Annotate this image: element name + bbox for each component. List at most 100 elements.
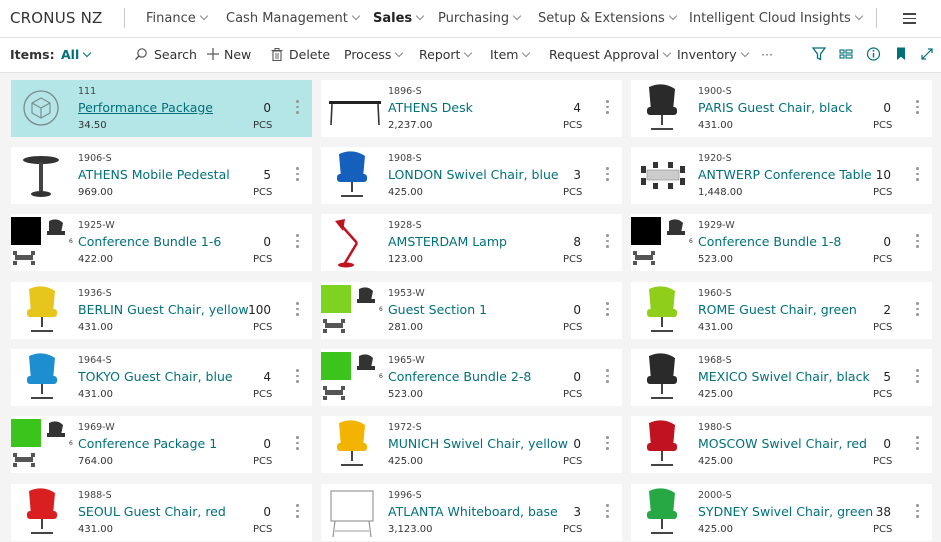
tile-more-options-icon[interactable] xyxy=(296,504,299,521)
item-description-link[interactable]: Conference Bundle 1-6 xyxy=(78,234,221,249)
item-number: 1908-S xyxy=(388,153,422,164)
nav-cash-management[interactable]: Cash Management xyxy=(226,11,361,26)
tile-more-options-icon[interactable] xyxy=(916,504,919,521)
tile-more-options-icon[interactable] xyxy=(606,369,609,386)
item-description-link[interactable]: ANTWERP Conference Table xyxy=(698,167,872,182)
item-description-link[interactable]: Conference Bundle 1-8 xyxy=(698,234,841,249)
item-tile[interactable]: 1968-S MEXICO Swivel Chair, black 425.00 5 P… xyxy=(631,349,932,406)
item-tile[interactable]: 1900-S PARIS Guest Chair, black 431.00 0 PCS xyxy=(631,80,932,137)
item-tile[interactable]: 2000-S SYDNEY Swivel Chair, green 425.00 38… xyxy=(631,484,932,541)
nav-sales[interactable]: Sales xyxy=(373,11,425,26)
item-description-link[interactable]: Guest Section 1 xyxy=(388,302,487,317)
item-description-link[interactable]: SEOUL Guest Chair, red xyxy=(78,504,226,519)
chevron-down-icon xyxy=(522,48,531,58)
item-tile[interactable]: 6 1929-W Conference Bundle 1-8 523.00 0 PCS xyxy=(631,214,932,271)
nav-purchasing[interactable]: Purchasing xyxy=(438,11,522,26)
tile-more-options-icon[interactable] xyxy=(916,302,919,319)
item-description-link[interactable]: MUNICH Swivel Chair, yellow xyxy=(388,436,568,451)
item-description-link[interactable]: BERLIN Guest Chair, yellow xyxy=(78,302,249,317)
svg-text:6: 6 xyxy=(379,306,383,313)
item-tile[interactable]: 1988-S SEOUL Guest Chair, red 431.00 0 PCS xyxy=(11,484,312,541)
svg-text:6: 6 xyxy=(379,373,383,380)
tile-more-options-icon[interactable] xyxy=(916,436,919,453)
item-tile[interactable]: 1972-S MUNICH Swivel Chair, yellow 425.00 0… xyxy=(321,416,622,473)
new-button[interactable]: New xyxy=(207,47,251,62)
item-unit-price: 969.00 xyxy=(78,187,113,198)
chevron-down-icon xyxy=(668,11,678,21)
tile-more-options-icon[interactable] xyxy=(606,436,609,453)
tile-more-options-icon[interactable] xyxy=(606,302,609,319)
list-view-icon[interactable] xyxy=(839,46,853,62)
more-options-button[interactable]: ··· xyxy=(761,47,773,62)
item-tile[interactable]: 1964-S TOKYO Guest Chair, blue 431.00 4 PCS xyxy=(11,349,312,406)
tile-more-options-icon[interactable] xyxy=(916,234,919,251)
item-description-link[interactable]: Conference Bundle 2-8 xyxy=(388,369,531,384)
item-description-link[interactable]: LONDON Swivel Chair, blue xyxy=(388,167,559,182)
tile-more-options-icon[interactable] xyxy=(916,167,919,184)
tile-more-options-icon[interactable] xyxy=(296,234,299,251)
tile-more-options-icon[interactable] xyxy=(916,369,919,386)
item-description-link[interactable]: ATHENS Mobile Pedestal xyxy=(78,167,230,182)
item-description-link[interactable]: MEXICO Swivel Chair, black xyxy=(698,369,870,384)
item-tile[interactable]: 1928-S AMSTERDAM Lamp 123.00 8 PCS xyxy=(321,214,622,271)
item-tile[interactable]: 111 Performance Package 34.50 0 PCS xyxy=(11,80,312,137)
hamburger-menu-icon[interactable] xyxy=(903,13,916,27)
item-description-link[interactable]: ATLANTA Whiteboard, base xyxy=(388,504,558,519)
item-tile[interactable]: 1908-S LONDON Swivel Chair, blue 425.00 3 PC… xyxy=(321,147,622,204)
tile-more-options-icon[interactable] xyxy=(606,167,609,184)
search-button[interactable]: Search xyxy=(134,47,197,62)
item-description-link[interactable]: ATHENS Desk xyxy=(388,100,473,115)
tile-more-options-icon[interactable] xyxy=(296,167,299,184)
item-unit-price: 3,123.00 xyxy=(388,524,433,535)
item-description-link[interactable]: ROME Guest Chair, green xyxy=(698,302,857,317)
tile-more-options-icon[interactable] xyxy=(296,369,299,386)
process-menu[interactable]: Process xyxy=(344,47,404,62)
item-tile[interactable]: 6 1969-W Conference Package 1 764.00 0 PCS xyxy=(11,416,312,473)
tile-more-options-icon[interactable] xyxy=(296,302,299,319)
item-description-link[interactable]: SYDNEY Swivel Chair, green xyxy=(698,504,873,519)
item-number: 1929-W xyxy=(698,220,735,231)
item-tile[interactable]: 1920-S ANTWERP Conference Table 1,448.00 10… xyxy=(631,147,932,204)
tile-more-options-icon[interactable] xyxy=(296,100,299,117)
item-tile[interactable]: 1906-S ATHENS Mobile Pedestal 969.00 5 PCS xyxy=(11,147,312,204)
inventory-menu[interactable]: Inventory xyxy=(677,47,749,62)
item-tile[interactable]: 1960-S ROME Guest Chair, green 431.00 2 PCS xyxy=(631,282,932,339)
report-menu[interactable]: Report xyxy=(419,47,473,62)
item-tile[interactable]: 1896-S ATHENS Desk 2,237.00 4 PCS xyxy=(321,80,622,137)
bookmark-icon[interactable] xyxy=(895,46,907,62)
item-inventory-qty: 4 xyxy=(263,370,271,384)
svg-text:6: 6 xyxy=(69,238,73,245)
item-description-link[interactable]: MOSCOW Swivel Chair, red xyxy=(698,436,867,451)
item-description-link[interactable]: Conference Package 1 xyxy=(78,436,217,451)
nav-finance[interactable]: Finance xyxy=(146,11,208,26)
company-name[interactable]: CRONUS NZ xyxy=(10,9,103,27)
tile-more-options-icon[interactable] xyxy=(606,504,609,521)
nav-intelligent-cloud-insights[interactable]: Intelligent Cloud Insights xyxy=(689,11,864,26)
item-description-link[interactable]: PARIS Guest Chair, black xyxy=(698,100,852,115)
svg-text:6: 6 xyxy=(69,440,73,447)
tile-more-options-icon[interactable] xyxy=(296,436,299,453)
item-menu[interactable]: Item xyxy=(490,47,531,62)
item-tile[interactable]: 1980-S MOSCOW Swivel Chair, red 425.00 0 PCS xyxy=(631,416,932,473)
nav-setup-extensions[interactable]: Setup & Extensions xyxy=(538,11,678,26)
item-unit-price: 431.00 xyxy=(78,389,113,400)
expand-icon[interactable] xyxy=(920,46,934,62)
item-tile[interactable]: 6 1953-W Guest Section 1 281.00 0 PCS xyxy=(321,282,622,339)
filter-icon[interactable] xyxy=(812,46,826,62)
delete-button[interactable]: Delete xyxy=(271,47,330,62)
item-tile[interactable]: 6 1965-W Conference Bundle 2-8 523.00 0 PCS xyxy=(321,349,622,406)
item-description-link[interactable]: Performance Package xyxy=(78,100,213,115)
view-filter-dropdown[interactable]: All xyxy=(61,47,92,62)
tile-more-options-icon[interactable] xyxy=(606,100,609,117)
tile-more-options-icon[interactable] xyxy=(916,100,919,117)
item-inventory-qty: 0 xyxy=(263,101,271,115)
tile-more-options-icon[interactable] xyxy=(606,234,609,251)
item-base-unit: PCS xyxy=(873,322,893,333)
item-tile[interactable]: 1996-S ATLANTA Whiteboard, base 3,123.00 3 P… xyxy=(321,484,622,541)
item-description-link[interactable]: TOKYO Guest Chair, blue xyxy=(78,369,233,384)
info-icon[interactable] xyxy=(866,46,881,62)
item-tile[interactable]: 1936-S BERLIN Guest Chair, yellow 431.00 10… xyxy=(11,282,312,339)
item-tile[interactable]: 6 1925-W Conference Bundle 1-6 422.00 0 PCS xyxy=(11,214,312,271)
item-description-link[interactable]: AMSTERDAM Lamp xyxy=(388,234,507,249)
request-approval-menu[interactable]: Request Approval xyxy=(549,47,672,62)
